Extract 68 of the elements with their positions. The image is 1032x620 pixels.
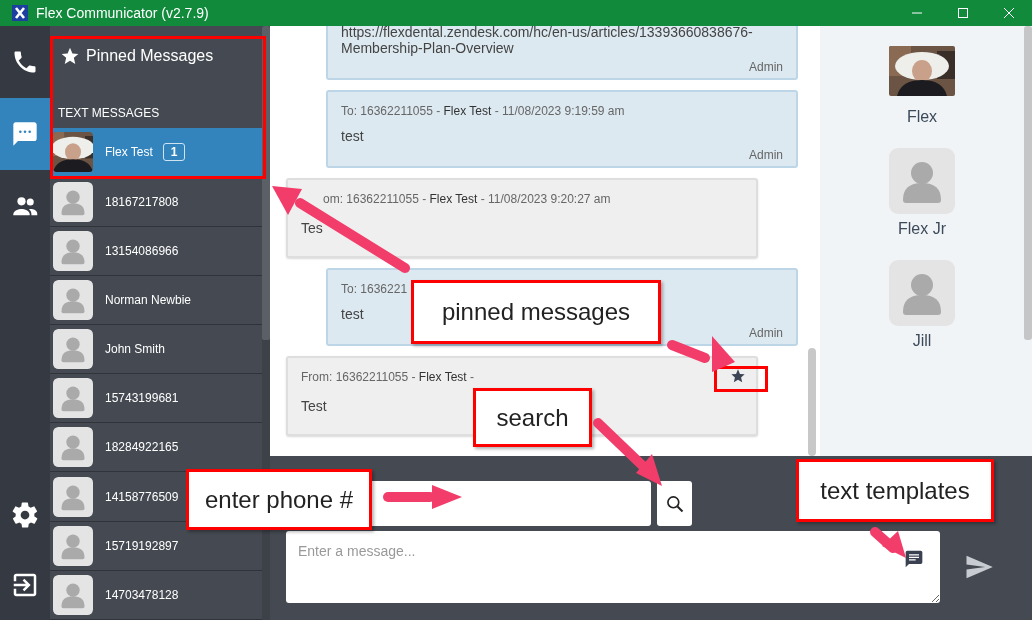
avatar-icon <box>53 329 93 370</box>
settings-icon[interactable] <box>10 500 40 530</box>
star-icon[interactable] <box>730 368 746 384</box>
message-sender: Admin <box>748 148 783 162</box>
avatar-icon <box>889 148 955 214</box>
contact-name: 14703478128 <box>105 587 179 602</box>
pointer-arrow <box>667 336 735 372</box>
conversation-item[interactable]: 18167217808 <box>50 177 262 227</box>
agent-name: Flex <box>906 108 938 126</box>
chat-icon <box>11 120 39 148</box>
contact-name: 13154086966 <box>105 243 179 258</box>
contact-name: 14158776509 <box>105 489 179 504</box>
contact-name: 15743199681 <box>105 391 179 406</box>
avatar-icon <box>53 525 93 566</box>
message-header: To: 1636221 <box>341 282 408 296</box>
contact-name: 18167217808 <box>105 194 179 209</box>
scrollbar-thumb[interactable] <box>1024 26 1032 340</box>
window-title: Flex Communicator (v2.7.9) <box>36 5 210 21</box>
conversation-item[interactable]: 15743199681 <box>50 374 262 424</box>
message-text: test <box>341 128 364 144</box>
contact-name: 18284922165 <box>105 440 179 455</box>
message-text: test <box>341 306 364 322</box>
avatar-icon <box>53 230 93 271</box>
pointer-arrow <box>870 527 906 558</box>
callout-tooltip: enter phone # <box>186 469 372 530</box>
conversation-item[interactable]: 13154086966 <box>50 226 262 276</box>
message-field[interactable]: Enter a message... <box>286 531 940 603</box>
search-button[interactable] <box>657 481 692 526</box>
agent-name: Jill <box>912 332 932 350</box>
conversation-item[interactable]: Norman Newbie <box>50 275 262 325</box>
callout-tooltip: search <box>473 388 592 447</box>
avatar-icon <box>53 427 93 468</box>
message-header: From: 16362211055 - Flex Test - <box>301 370 474 384</box>
agent-name: Flex Jr <box>898 220 946 238</box>
avatar-icon <box>53 378 93 419</box>
unread-badge: 1 <box>162 143 186 162</box>
search-icon <box>664 493 685 514</box>
message-text: https://flexdental.zendesk.com/hc/en-us/articles/13393660838676-Membership-Plan-Overview <box>341 26 754 56</box>
avatar-icon <box>53 574 93 615</box>
conversation-item[interactable]: Flex Test 1 <box>50 128 262 178</box>
app-logo-icon <box>12 5 28 21</box>
message-sender: Admin <box>748 60 783 74</box>
avatar-icon <box>53 279 93 320</box>
message-header: To: 16362211055 - Flex Test - 11/08/2023 9:19:59 am <box>341 104 625 118</box>
scrollbar-thumb[interactable] <box>808 348 816 456</box>
pinned-messages-link[interactable]: Pinned Messages <box>50 26 262 97</box>
callout-tooltip: pinned messages <box>411 280 661 344</box>
conversation-item[interactable]: John Smith <box>50 325 262 375</box>
avatar-icon <box>53 476 93 517</box>
message-sender: Admin <box>748 326 783 340</box>
message-header: om: 16362211055 - Flex Test - 11/08/2023 9:20:27 am <box>323 192 611 206</box>
contact-name: John Smith <box>105 342 166 357</box>
message-text: Test <box>301 398 327 414</box>
section-heading: TEXT MESSAGES <box>57 104 161 122</box>
conversation-item[interactable]: 14703478128 <box>50 570 262 620</box>
close-icon[interactable] <box>1003 7 1015 19</box>
message-text: Tes <box>301 220 323 236</box>
callout-tooltip: text templates <box>796 459 994 522</box>
contact-name: Flex Test <box>105 145 153 160</box>
contact-name: Norman Newbie <box>105 292 192 307</box>
avatar-icon <box>889 260 955 326</box>
scrollbar-thumb[interactable] <box>262 26 270 340</box>
avatar-icon <box>53 181 93 222</box>
maximize-icon[interactable] <box>957 7 969 19</box>
template-icon[interactable] <box>904 549 924 569</box>
contact-name: 15719192897 <box>105 538 179 553</box>
pointer-arrow <box>593 418 662 486</box>
chat-tab[interactable] <box>0 98 50 170</box>
